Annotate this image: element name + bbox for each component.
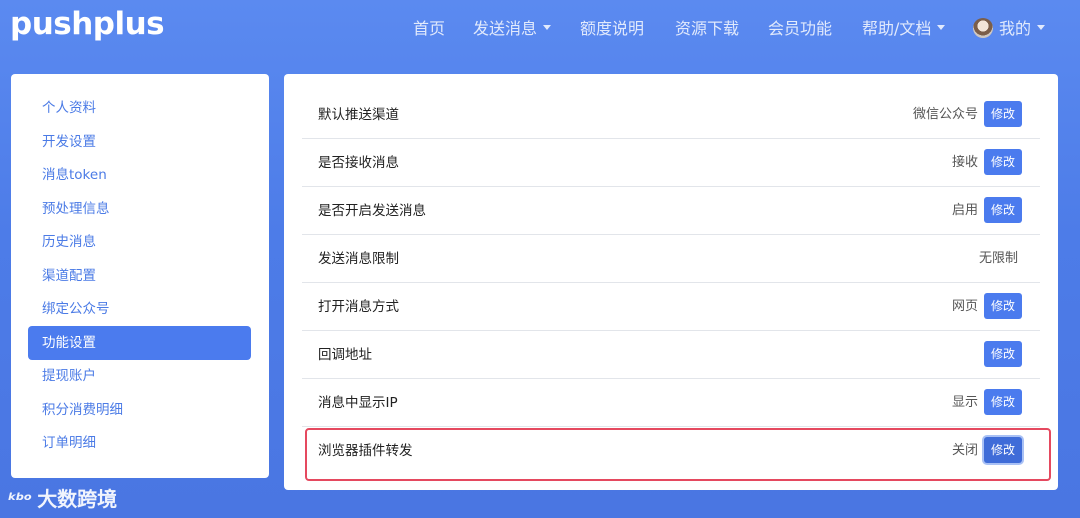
chevron-down-icon [937,25,946,30]
settings-sidebar: 个人资料 开发设置 消息token 预处理信息 历史消息 渠道配置 绑定公众号 … [11,74,269,478]
settings-row: 消息中显示IP 显示 修改 [302,379,1040,427]
edit-receive-messages-button[interactable]: 修改 [984,149,1022,175]
nav-downloads-label: 资源下载 [675,19,740,38]
sidebar-item-preprocess[interactable]: 预处理信息 [28,192,251,226]
sidebar-item-orders[interactable]: 订单明细 [28,426,251,460]
edit-show-ip-button[interactable]: 修改 [984,389,1022,415]
nav-quota-info-label: 额度说明 [580,19,645,38]
setting-label: 默认推送渠道 [318,107,399,123]
sidebar-item-bind-account[interactable]: 绑定公众号 [28,292,251,326]
nav-quota-info[interactable]: 额度说明 [580,15,644,39]
sidebar-item-profile[interactable]: 个人资料 [28,91,251,125]
setting-label: 浏览器插件转发 [318,443,413,459]
nav-user-label: 我的 [999,19,1032,38]
nav-help-docs-label: 帮助/文档 [862,19,932,38]
setting-value: 显示 [951,395,978,410]
sidebar-item-withdraw-account[interactable]: 提现账户 [28,359,251,393]
setting-label: 是否接收消息 [318,155,399,171]
edit-browser-plugin-forward-button[interactable]: 修改 [984,437,1022,463]
settings-row: 默认推送渠道 微信公众号 修改 [302,91,1040,139]
setting-label: 打开消息方式 [318,299,399,315]
feature-settings-panel: 默认推送渠道 微信公众号 修改 是否接收消息 接收 修改 是否开启发送消息 启用… [284,74,1058,490]
nav-send-message[interactable]: 发送消息 [473,15,552,39]
nav-membership[interactable]: 会员功能 [768,15,832,39]
sidebar-item-points-detail[interactable]: 积分消费明细 [28,393,251,427]
setting-value: 接收 [951,155,978,170]
sidebar-item-history[interactable]: 历史消息 [28,225,251,259]
setting-value: 微信公众号 [912,107,978,122]
top-navbar: pushplus 首页 发送消息 额度说明 资源下载 会员功能 帮助/文档 我的 [0,0,1080,52]
nav-help-docs[interactable]: 帮助/文档 [862,15,946,39]
settings-row: 回调地址 修改 [302,331,1040,379]
nav-downloads[interactable]: 资源下载 [675,15,739,39]
chevron-down-icon [543,25,552,30]
setting-value: 网页 [951,299,978,314]
setting-label: 消息中显示IP [318,395,398,411]
sidebar-item-message-token[interactable]: 消息token [28,158,251,192]
setting-label: 发送消息限制 [318,251,399,267]
settings-row: 是否开启发送消息 启用 修改 [302,187,1040,235]
settings-row: 是否接收消息 接收 修改 [302,139,1040,187]
setting-label: 回调地址 [318,347,372,363]
nav-home[interactable]: 首页 [413,15,445,39]
watermark-logo: ᵏᵇᵒ [8,490,32,511]
nav-send-message-label: 发送消息 [473,19,538,38]
pushplus-logo[interactable]: pushplus [10,6,165,42]
chevron-down-icon [1037,25,1046,30]
sidebar-item-dev-settings[interactable]: 开发设置 [28,125,251,159]
setting-value: 无限制 [978,251,1018,266]
nav-home-label: 首页 [413,19,446,38]
edit-enable-sending-button[interactable]: 修改 [984,197,1022,223]
setting-value: 启用 [951,203,978,218]
edit-default-channel-button[interactable]: 修改 [984,101,1022,127]
sidebar-item-feature-settings[interactable]: 功能设置 [28,326,251,360]
watermark-text: 大数跨境 [37,487,118,511]
avatar [973,17,993,38]
sidebar-item-channels[interactable]: 渠道配置 [28,259,251,293]
edit-callback-url-button[interactable]: 修改 [984,341,1022,367]
watermark: ᵏᵇᵒ 大数跨境 [8,483,117,512]
nav-membership-label: 会员功能 [768,19,833,38]
setting-value: 关闭 [951,443,978,458]
setting-label: 是否开启发送消息 [318,203,426,219]
settings-row: 发送消息限制 无限制 [302,235,1040,283]
settings-row: 打开消息方式 网页 修改 [302,283,1040,331]
edit-open-mode-button[interactable]: 修改 [984,293,1022,319]
nav-user-menu[interactable]: 我的 [973,15,1046,40]
settings-row: 浏览器插件转发 关闭 修改 [302,427,1040,475]
